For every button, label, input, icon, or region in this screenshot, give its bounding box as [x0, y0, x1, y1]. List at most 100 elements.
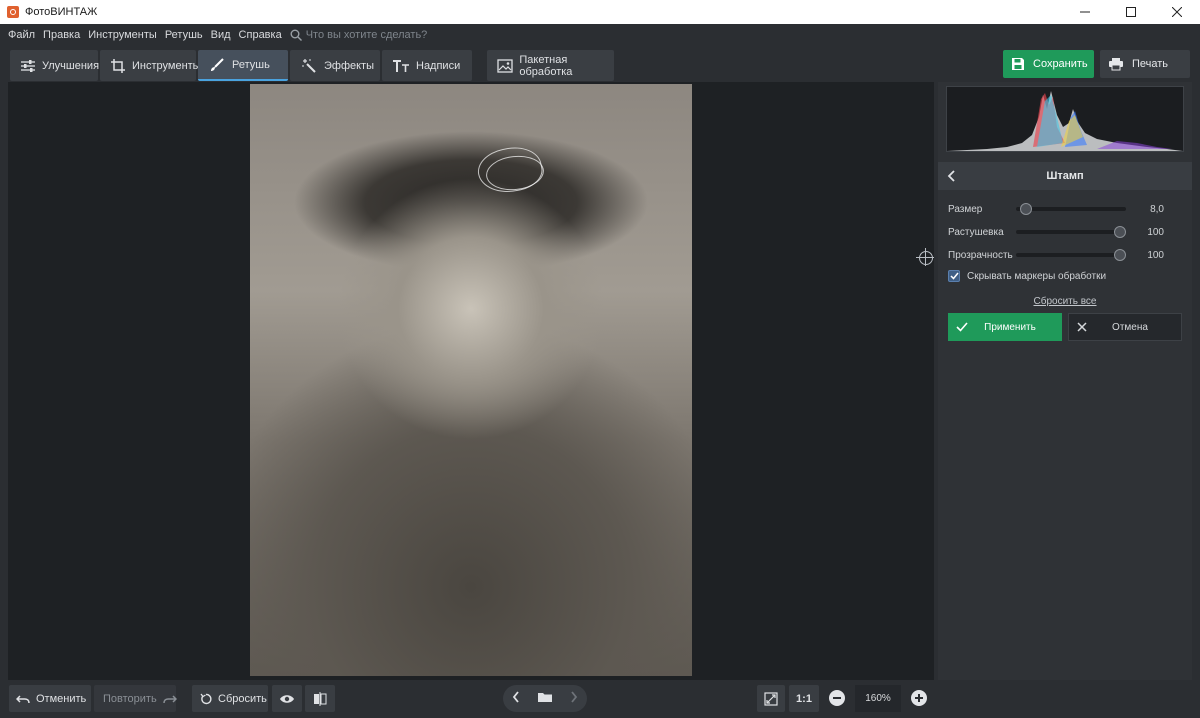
cancel-button[interactable]: Отмена [1068, 313, 1182, 341]
slider-value: 100 [1147, 249, 1164, 261]
fit-screen-icon [764, 691, 778, 706]
compare-icon [314, 691, 327, 706]
histogram-chart [947, 91, 1183, 151]
window-controls [1062, 0, 1200, 24]
bottom-toolbar: Отменить Повторить Сбросить 1:1 160% [0, 680, 1200, 718]
folder-icon [537, 693, 552, 702]
fit-to-screen-button[interactable] [757, 685, 785, 712]
actual-size-button[interactable]: 1:1 [789, 685, 819, 712]
undo-icon [16, 694, 30, 704]
slider-track[interactable] [1016, 249, 1126, 261]
stamp-panel-header: Штамп [938, 162, 1192, 190]
maximize-icon [1126, 7, 1136, 17]
app-logo-icon [7, 6, 19, 18]
tab-label: Эффекты [324, 59, 375, 72]
slider-thumb[interactable] [1019, 203, 1032, 215]
menu-view[interactable]: Вид [207, 29, 235, 41]
slider-label: Растушевка [948, 226, 1004, 238]
file-navigation [503, 685, 587, 712]
plus-icon [915, 694, 923, 702]
chevron-left-icon [512, 691, 519, 703]
slider-track[interactable] [1016, 226, 1126, 238]
slider-label: Прозрачность [948, 249, 1013, 261]
close-button[interactable] [1154, 0, 1200, 24]
reset-icon [200, 693, 212, 705]
command-search[interactable]: Что вы хотите сделать? [290, 29, 427, 41]
undo-label: Отменить [36, 692, 87, 705]
maximize-button[interactable] [1108, 0, 1154, 24]
checkmark-icon [949, 272, 959, 280]
menu-file[interactable]: Файл [4, 29, 39, 41]
zoom-in-button[interactable] [911, 690, 927, 706]
sliders-icon [20, 58, 36, 74]
panel-title: Штамп [1046, 170, 1084, 182]
images-icon [497, 58, 513, 74]
redo-label: Повторить [103, 692, 157, 705]
slider-feather: Растушевка 100 [948, 224, 1184, 240]
close-icon [1077, 322, 1095, 332]
open-folder-button[interactable] [537, 691, 553, 706]
print-button[interactable]: Печать [1100, 50, 1190, 78]
next-file-button[interactable] [570, 691, 578, 706]
compare-button[interactable] [305, 685, 335, 712]
previous-file-button[interactable] [512, 691, 520, 706]
chevron-right-icon [571, 691, 578, 703]
preview-button[interactable] [272, 685, 302, 712]
menu-tools[interactable]: Инструменты [84, 29, 161, 41]
title-bar: ФотоВИНТАЖ [0, 0, 1200, 24]
tab-label: Ретушь [232, 58, 270, 71]
zoom-out-button[interactable] [829, 690, 845, 706]
tab-effects[interactable]: Эффекты [290, 50, 380, 81]
histogram [946, 86, 1184, 152]
save-label: Сохранить [1033, 58, 1088, 70]
photo-preview[interactable] [250, 84, 692, 676]
cancel-label: Отмена [1112, 321, 1148, 333]
tab-retouch[interactable]: Ретушь [198, 50, 288, 81]
search-icon [290, 29, 302, 41]
apply-button[interactable]: Применить [948, 313, 1062, 341]
reset-button[interactable]: Сбросить [192, 685, 268, 712]
tab-tools[interactable]: Инструменты [100, 50, 201, 81]
main-toolbar: Улучшения Инструменты Ретушь Эффекты Над… [0, 46, 1200, 82]
brush-icon [208, 57, 226, 73]
zoom-level[interactable]: 160% [855, 685, 901, 712]
tab-batch-processing[interactable]: Пакетная обработка [487, 50, 614, 81]
slider-value: 8,0 [1150, 203, 1164, 215]
slider-track[interactable] [1016, 203, 1126, 215]
undo-button[interactable]: Отменить [9, 685, 91, 712]
hide-markers-label: Скрывать маркеры обработки [967, 270, 1107, 282]
minimize-icon [1080, 11, 1090, 13]
hide-markers-checkbox[interactable] [948, 270, 960, 282]
menu-bar: Файл Правка Инструменты Ретушь Вид Справ… [0, 24, 1200, 46]
app-title: ФотоВИНТАЖ [25, 6, 98, 18]
image-canvas[interactable] [8, 82, 934, 680]
menu-retouch[interactable]: Ретушь [161, 29, 207, 41]
minimize-button[interactable] [1062, 0, 1108, 24]
menu-edit[interactable]: Правка [39, 29, 84, 41]
apply-label: Применить [984, 321, 1036, 333]
magic-wand-icon [300, 58, 318, 74]
printer-icon [1108, 57, 1124, 71]
tab-enhancements[interactable]: Улучшения [10, 50, 99, 81]
floppy-disk-icon [1011, 57, 1025, 71]
tab-label: Пакетная обработка [519, 53, 573, 78]
tab-label: Инструменты [132, 59, 201, 72]
reset-label: Сбросить [218, 692, 267, 705]
print-label: Печать [1132, 58, 1169, 70]
close-icon [1172, 7, 1182, 17]
text-icon [392, 58, 410, 74]
menu-help[interactable]: Справка [235, 29, 286, 41]
crosshair-cursor-icon [916, 248, 934, 266]
tab-label: Надписи [416, 59, 461, 72]
redo-icon [162, 694, 177, 704]
minus-icon [833, 697, 841, 699]
reset-all-link[interactable]: Сбросить все [938, 296, 1192, 307]
tab-captions[interactable]: Надписи [382, 50, 472, 81]
hide-markers-option[interactable]: Скрывать маркеры обработки [948, 270, 1106, 282]
eye-icon [280, 694, 294, 703]
redo-button[interactable]: Повторить [94, 685, 177, 712]
check-icon [956, 322, 974, 332]
slider-opacity: Прозрачность 100 [948, 247, 1184, 263]
save-button[interactable]: Сохранить [1003, 50, 1094, 78]
slider-size: Размер 8,0 [948, 201, 1184, 217]
